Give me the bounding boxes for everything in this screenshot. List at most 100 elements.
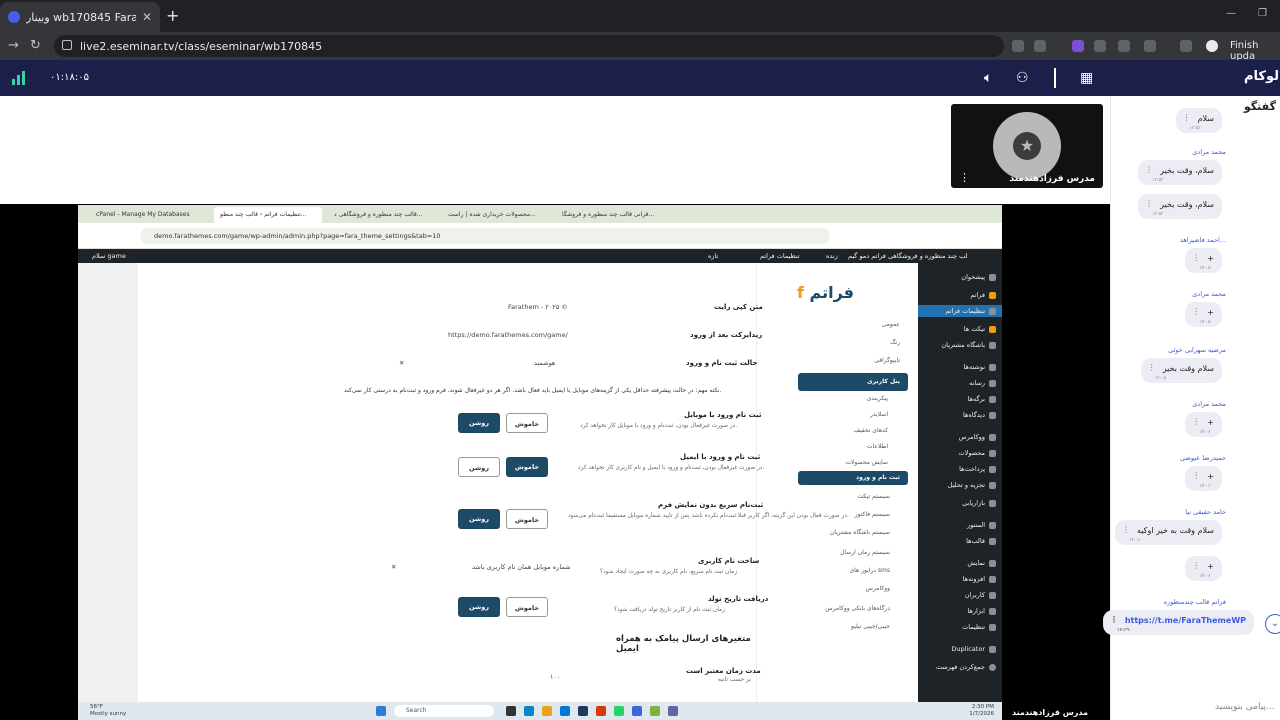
speaker-icon[interactable]: 🔈︎ bbox=[984, 70, 992, 86]
mobile-off-button[interactable]: خاموش bbox=[506, 413, 548, 433]
chat-message[interactable]: ⋮ سلام ۱۳:۵۳ bbox=[1175, 108, 1222, 133]
inner-tab[interactable]: قالب چند منظوره و فروشگاهی د... bbox=[328, 207, 432, 223]
inner-url-field[interactable]: demo.farathemes.com/game/wp-admin/admin.… bbox=[140, 228, 830, 244]
settings-nav-item[interactable]: جیبی/جیبی تیلیو bbox=[851, 623, 890, 630]
taskbar-search[interactable]: Search bbox=[394, 705, 494, 717]
settings-nav-item[interactable]: درگاه‌های بانکی ووکامرس bbox=[825, 605, 890, 612]
message-menu-icon[interactable]: ⋮ bbox=[1145, 199, 1153, 208]
chrome-icon[interactable] bbox=[542, 706, 552, 716]
wp-menu-item[interactable]: تیکت ها bbox=[964, 325, 996, 333]
extension-icon[interactable] bbox=[1072, 40, 1084, 52]
maximize-icon[interactable]: ❐ bbox=[1258, 8, 1267, 19]
wp-menu-item[interactable]: Duplicator bbox=[951, 645, 996, 653]
chat-input[interactable]: پیامی بنویسید... bbox=[1215, 702, 1275, 712]
wp-menu-item[interactable]: قالب‌ها bbox=[966, 537, 996, 545]
app-icon[interactable] bbox=[632, 706, 642, 716]
wp-menu-item[interactable]: کاربران bbox=[965, 591, 996, 599]
wp-menu-item[interactable]: ووکامرس bbox=[959, 433, 996, 441]
message-menu-icon[interactable]: ⋮ bbox=[1122, 525, 1130, 534]
profile-avatar[interactable] bbox=[1206, 40, 1218, 52]
message-menu-icon[interactable]: ⋮ bbox=[1192, 417, 1200, 426]
clear-icon[interactable]: ✕ bbox=[391, 563, 396, 571]
settings-nav-item[interactable]: ووکامرس bbox=[866, 585, 890, 592]
whatsapp-icon[interactable] bbox=[614, 706, 624, 716]
birthday-on-button[interactable]: روشن bbox=[458, 597, 500, 617]
inner-tab[interactable]: cPanel - Manage My Databases bbox=[90, 207, 210, 223]
settings-subnav-item[interactable]: پیکربندی bbox=[867, 395, 888, 402]
message-menu-icon[interactable]: ⋮ bbox=[1192, 561, 1200, 570]
inner-tab[interactable]: قرانی قالب چند منظوره و فروشگا... bbox=[556, 207, 674, 223]
bookmark-star-icon[interactable] bbox=[1034, 40, 1046, 52]
settings-subnav-item[interactable]: اطلاعات bbox=[867, 443, 888, 450]
settings-nav-item[interactable]: سیستم زمان ارسال bbox=[840, 549, 890, 556]
wp-settings-link[interactable]: تنظیمات فراتم bbox=[760, 252, 800, 260]
app-icon[interactable] bbox=[596, 706, 606, 716]
settings-nav-item[interactable]: سیستم باشگاه مشتریان bbox=[830, 529, 890, 536]
chat-link-message[interactable]: ⋮ https://t.me/FaraThemeWP ۱۴:۲۹ bbox=[1102, 610, 1254, 635]
app-icon[interactable] bbox=[668, 706, 678, 716]
wp-menu-item[interactable]: تجزیه و تحلیل bbox=[948, 481, 996, 489]
site-info-icon[interactable] bbox=[62, 40, 72, 50]
validity-input[interactable]: ۱۰۰ bbox=[550, 673, 560, 681]
settings-nav-item[interactable]: سیستم تیکت bbox=[857, 493, 890, 500]
message-menu-icon[interactable]: ⋮ bbox=[1192, 471, 1200, 480]
username-select[interactable]: شماره موبایل همان نام کاربری باشد bbox=[472, 563, 571, 571]
app-icon[interactable] bbox=[650, 706, 660, 716]
settings-subnav-item[interactable]: نمایش محصولات bbox=[845, 459, 888, 466]
settings-nav-item[interactable]: سیستم فاکتور bbox=[855, 511, 890, 518]
users-icon[interactable]: ⚇ bbox=[1016, 70, 1029, 86]
wp-menu-item[interactable]: المنتور bbox=[967, 521, 996, 529]
clear-icon[interactable]: ✕ bbox=[399, 359, 404, 367]
wp-menu-item[interactable]: محصولات bbox=[959, 449, 996, 457]
wp-menu-item[interactable]: برگه‌ها bbox=[968, 395, 996, 403]
install-icon[interactable] bbox=[1012, 40, 1024, 52]
quick-off-button[interactable]: خاموش bbox=[506, 509, 548, 529]
scroll-down-button[interactable]: ⌄ bbox=[1265, 614, 1280, 634]
wp-menu-item[interactable]: نمایش bbox=[967, 559, 996, 567]
wp-greeting[interactable]: سلام game bbox=[92, 252, 126, 260]
wp-menu-item[interactable]: ابزارها bbox=[967, 607, 996, 615]
extension-icon[interactable] bbox=[1118, 40, 1130, 52]
wp-menu-item[interactable]: باشگاه مشتریان bbox=[941, 341, 996, 349]
wp-menu-item[interactable]: فراتم bbox=[970, 291, 996, 299]
chat-message[interactable]: ⋮ سلام وقت به خیر اوکیه ۱۴:۰۶ bbox=[1114, 520, 1222, 545]
message-menu-icon[interactable]: ⋮ bbox=[1148, 363, 1156, 372]
mode-select[interactable]: هوشمند bbox=[534, 359, 555, 367]
message-menu-icon[interactable]: ⋮ bbox=[1145, 165, 1153, 174]
chat-message[interactable]: ⋮ سلام وقت بخیر ۱۴:۰۵ bbox=[1140, 358, 1222, 383]
wp-menu-item[interactable]: تنظیمات bbox=[962, 623, 996, 631]
settings-subnav-item[interactable]: اسلایدر bbox=[870, 411, 888, 418]
chat-message[interactable]: ⋮ +۱۴:۰۶ bbox=[1185, 412, 1222, 437]
wp-new[interactable]: تازه bbox=[708, 252, 718, 260]
minimize-icon[interactable]: — bbox=[1226, 8, 1236, 19]
windows-start-icon[interactable] bbox=[376, 706, 386, 716]
wp-menu-item[interactable]: بازاریابی bbox=[962, 499, 996, 507]
chat-message[interactable]: ⋮ سلام، وقت بخیر ۱۳:۵۳ bbox=[1138, 194, 1222, 219]
forward-icon[interactable]: → bbox=[8, 38, 19, 53]
redirect-input[interactable]: https://demo.farathemes.com/game/ bbox=[448, 331, 568, 339]
settings-nav-item[interactable]: رنگ bbox=[890, 339, 900, 346]
new-tab-button[interactable]: + bbox=[166, 6, 179, 25]
reload-icon[interactable]: ↻ bbox=[30, 38, 41, 53]
finish-update-button[interactable]: Finish upda bbox=[1230, 40, 1280, 62]
taskbar-clock[interactable]: 2:30 PM 1/7/2026 bbox=[969, 704, 994, 718]
wp-menu-item[interactable]: افزونه‌ها bbox=[963, 575, 996, 583]
settings-subnav-active[interactable]: ثبت نام و ورود bbox=[798, 471, 908, 485]
chat-message[interactable]: ⋮ +۱۴:۰۵ bbox=[1185, 302, 1222, 327]
settings-nav-user-panel[interactable]: پنل کاربری bbox=[798, 373, 908, 391]
chat-message[interactable]: ⋮ +۱۴:۰۵ bbox=[1185, 248, 1222, 273]
wp-menu-item[interactable]: رسانه bbox=[969, 379, 996, 387]
settings-nav-item[interactable]: درایور های sms bbox=[849, 567, 890, 574]
mobile-on-button[interactable]: روشن bbox=[458, 413, 500, 433]
copyright-input[interactable]: Farathem - ۲۰۲۵ © bbox=[508, 303, 568, 311]
edge-icon[interactable] bbox=[524, 706, 534, 716]
birthday-off-button[interactable]: خاموش bbox=[506, 597, 548, 617]
extension-icon[interactable] bbox=[1094, 40, 1106, 52]
settings-subnav-item[interactable]: کدهای تخفیف bbox=[854, 427, 888, 434]
wp-collapse-menu[interactable]: جمع‌کردن فهرست bbox=[936, 663, 996, 671]
wp-menu-item[interactable]: پرداخت‌ها bbox=[959, 465, 996, 473]
grid-icon[interactable]: ▦ bbox=[1080, 70, 1093, 86]
quick-on-button[interactable]: روشن bbox=[458, 509, 500, 529]
wp-menu-item-active[interactable]: تنظیمات فراتم bbox=[918, 305, 1002, 317]
wp-menu-item[interactable]: دیدگاه‌ها bbox=[963, 411, 996, 419]
